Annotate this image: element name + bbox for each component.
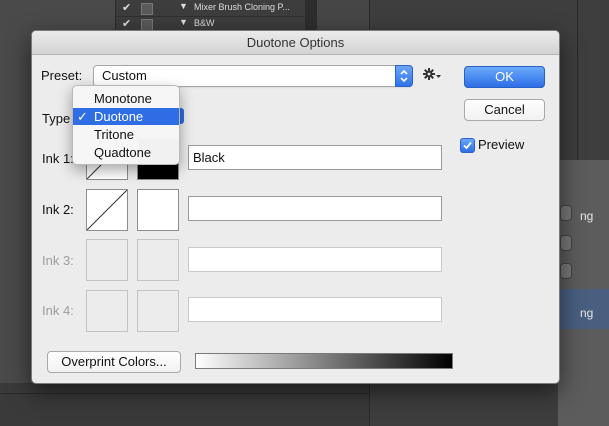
menu-item-monotone[interactable]: Monotone: [73, 90, 179, 107]
cancel-button[interactable]: Cancel: [464, 99, 545, 121]
layer-label: B&W: [194, 18, 215, 28]
menu-item-label: Tritone: [94, 127, 134, 142]
ink-4-label: Ink 4:: [42, 303, 74, 318]
layers-scrollbar[interactable]: [305, 0, 317, 32]
ink-3-curve-button: [86, 239, 128, 281]
duotone-gradient-ramp: [195, 353, 453, 369]
ink-2-color-swatch[interactable]: [137, 189, 179, 231]
panel-button[interactable]: [560, 205, 572, 221]
menu-item-quadtone[interactable]: Quadtone: [73, 144, 179, 161]
panel-button[interactable]: [560, 235, 572, 251]
preview-label: Preview: [478, 137, 525, 152]
ink-2-name-field[interactable]: [188, 196, 442, 221]
menu-item-tritone[interactable]: Tritone: [73, 126, 179, 143]
overprint-colors-button[interactable]: Overprint Colors...: [47, 351, 181, 373]
duotone-options-dialog: Duotone Options Preset: Custom OK Cancel…: [31, 30, 560, 384]
disclosure-triangle-icon[interactable]: ▼: [179, 1, 188, 11]
ink-3-label: Ink 3:: [42, 253, 74, 268]
gear-menu-icon[interactable]: [422, 66, 444, 84]
ink-1-name-field[interactable]: Black: [188, 145, 442, 170]
menu-item-label: Duotone: [94, 109, 144, 124]
ink-4-color-swatch: [137, 290, 179, 332]
checkmark-icon: ✓: [77, 109, 88, 124]
ink-1-label: Ink 1:: [42, 151, 74, 166]
ink-3-name-field: [188, 247, 442, 272]
preset-label: Preset:: [41, 68, 83, 83]
ok-button[interactable]: OK: [464, 66, 545, 88]
ink-2-label: Ink 2:: [42, 202, 74, 217]
type-dropdown-menu: Monotone ✓ Duotone Tritone Quadtone: [72, 85, 180, 165]
panel-text: ng: [580, 209, 594, 223]
ink-3-color-swatch: [137, 239, 179, 281]
layers-panel: ✔ ▼ Mixer Brush Cloning P... ✔ ▼ B&W: [115, 0, 306, 33]
layer-label: Mixer Brush Cloning P...: [194, 2, 290, 12]
menu-item-label: Quadtone: [94, 145, 152, 160]
menu-item-duotone[interactable]: ✓ Duotone: [73, 108, 179, 125]
disclosure-triangle-icon[interactable]: ▼: [179, 17, 188, 27]
select-arrows-icon: [395, 65, 413, 87]
check-icon[interactable]: ✔: [122, 1, 131, 14]
preset-value: Custom: [102, 68, 147, 83]
layer-row[interactable]: ✔ ▼ Mixer Brush Cloning P...: [116, 0, 306, 17]
ink-2-curve-button[interactable]: [86, 189, 128, 231]
ink-1-name-value: Black: [193, 150, 225, 165]
ink-4-curve-button: [86, 290, 128, 332]
type-label: Type: [42, 111, 71, 126]
preset-select[interactable]: Custom: [93, 65, 413, 87]
panel-text: ng: [580, 306, 594, 320]
menu-item-label: Monotone: [94, 91, 152, 106]
panel-button[interactable]: [560, 263, 572, 279]
right-panel-strip: ng ng: [558, 160, 609, 426]
preview-checkbox[interactable]: [460, 138, 475, 153]
ink-4-name-field: [188, 297, 442, 322]
check-icon[interactable]: ✔: [122, 17, 131, 30]
layer-thumbnail: [141, 3, 153, 15]
dialog-title: Duotone Options: [32, 31, 559, 55]
bottom-panel: [0, 383, 369, 426]
